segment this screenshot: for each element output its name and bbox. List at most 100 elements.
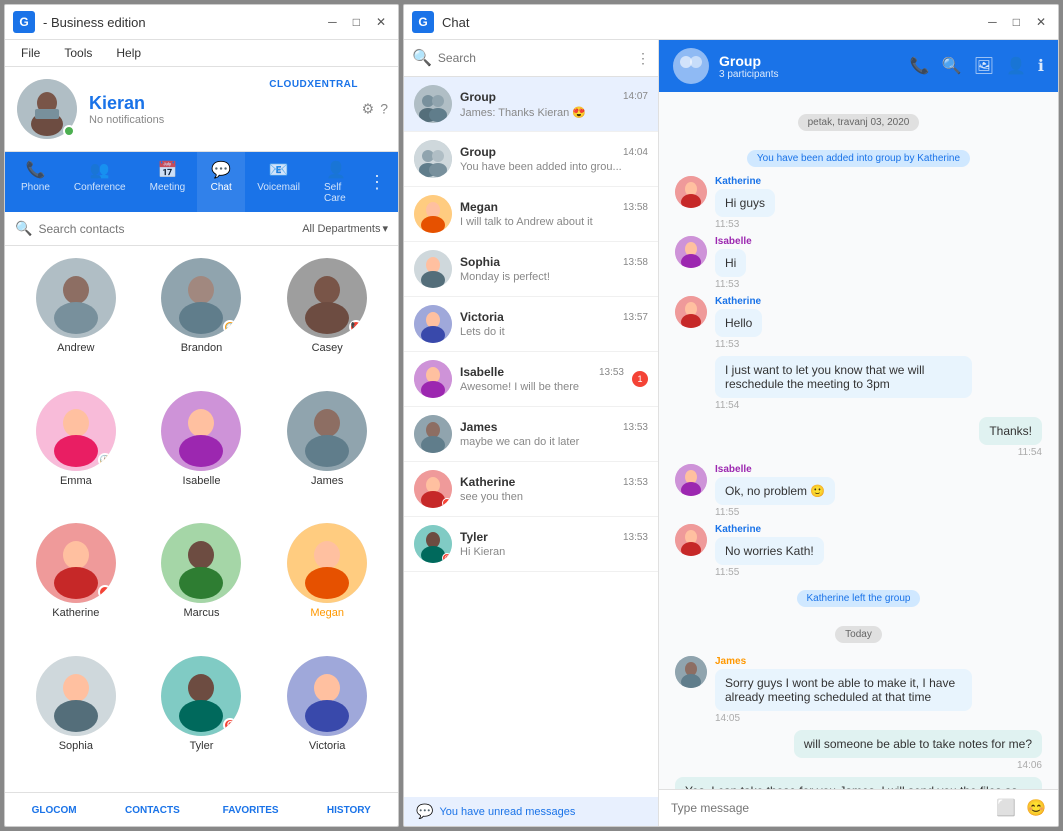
profile-name: Kieran — [89, 93, 386, 114]
contact-emma[interactable]: 🕐 Emma — [17, 391, 135, 516]
bottom-tab-favorites[interactable]: FAVORITES — [202, 793, 300, 826]
contact-name-victoria: Victoria — [309, 740, 345, 752]
unread-icon: 💬 — [416, 803, 433, 820]
chat-preview-sophia: Monday is perfect! — [460, 271, 648, 283]
contact-avatar-james — [287, 391, 367, 471]
chat-item-sophia[interactable]: Sophia 13:58 Monday is perfect! — [404, 242, 658, 297]
group-participants: 3 participants — [719, 69, 778, 80]
contact-andrew[interactable]: Andrew — [17, 258, 135, 383]
msg-sender-james-1: James — [715, 656, 972, 667]
contact-isabelle[interactable]: Isabelle — [143, 391, 261, 516]
contact-avatar-victoria — [287, 656, 367, 736]
contact-name-isabelle: Isabelle — [183, 475, 221, 487]
group-chat-name: Group — [719, 53, 778, 69]
chat-group-header: Group 3 participants 📞 🔍 🖼 👤 ℹ — [659, 40, 1058, 92]
contact-katherine[interactable]: Katherine — [17, 523, 135, 648]
chat-time-group2: 14:04 — [623, 147, 648, 158]
msg-self-notes-a: Yes, I can take those for you James. I w… — [675, 777, 1042, 789]
titlebar-left: G - Business edition — [13, 11, 146, 33]
contact-avatar-andrew — [36, 258, 116, 338]
msg-time-isabelle-2: 11:55 — [715, 507, 739, 518]
department-selector[interactable]: All Departments ▾ — [302, 222, 388, 235]
unread-banner[interactable]: 💬 You have unread messages — [404, 797, 658, 826]
left-panel: G - Business edition ─ □ ✕ File Tools He… — [4, 4, 399, 827]
bottom-tab-history[interactable]: HISTORY — [300, 793, 398, 826]
type-message-input[interactable] — [671, 801, 996, 815]
msg-time-self-thanks: 11:54 — [1018, 447, 1042, 458]
close-button[interactable]: ✕ — [372, 13, 390, 31]
chat-item-isabelle[interactable]: Isabelle 13:53 Awesome! I will be there … — [404, 352, 658, 407]
contact-brandon[interactable]: 🕐 Brandon — [143, 258, 261, 383]
contact-victoria[interactable]: Victoria — [268, 656, 386, 781]
chat-close-button[interactable]: ✕ — [1032, 13, 1050, 31]
tab-conference[interactable]: 👥 Conference — [62, 152, 138, 212]
msg-content-isabelle-2: Isabelle Ok, no problem 🙂 11:55 — [715, 464, 835, 518]
chat-time-victoria: 13:57 — [623, 312, 648, 323]
search-input[interactable] — [38, 222, 296, 236]
bottom-tabs: GLOCOM CONTACTS FAVORITES HISTORY — [5, 792, 398, 826]
chat-item-megan[interactable]: Megan 13:58 I will talk to Andrew about … — [404, 187, 658, 242]
help-icon[interactable]: ? — [380, 101, 388, 118]
tab-meeting[interactable]: 📅 Meeting — [138, 152, 198, 212]
chat-preview-group1: James: Thanks Kieran 😍 — [460, 106, 648, 119]
chat-item-group2[interactable]: Group 14:04 You have been added into gro… — [404, 132, 658, 187]
contact-sophia[interactable]: Sophia — [17, 656, 135, 781]
chat-name-katherine: Katherine — [460, 475, 515, 489]
chat-item-group1[interactable]: Group 14:07 James: Thanks Kieran 😍 — [404, 77, 658, 132]
chat-name-isabelle: Isabelle — [460, 365, 504, 379]
tab-voicemail[interactable]: 📧 Voicemail — [245, 152, 312, 212]
msg-content-katherine-2: Katherine Hello 11:53 — [715, 296, 762, 350]
chat-search-bar: 🔍 ⋮ — [404, 40, 658, 77]
chat-item-victoria[interactable]: Victoria 13:57 Lets do it — [404, 297, 658, 352]
more-options[interactable]: ⋮ — [360, 152, 394, 212]
unread-text: You have unread messages — [439, 806, 575, 818]
bottom-tab-glocom[interactable]: GLOCOM — [5, 793, 103, 826]
minimize-button[interactable]: ─ — [324, 13, 341, 31]
nav-tabs: 📞 Phone 👥 Conference 📅 Meeting 💬 Chat 📧 … — [5, 152, 398, 212]
contact-james[interactable]: James — [268, 391, 386, 516]
chat-search-input[interactable] — [438, 51, 630, 65]
tab-selfcare[interactable]: 👤 Self Care — [312, 152, 360, 212]
emoji-icon[interactable]: 😊 — [1026, 798, 1046, 818]
contact-tyler[interactable]: ⊘ Tyler — [143, 656, 261, 781]
help-menu[interactable]: Help — [112, 44, 145, 62]
chat-item-james[interactable]: James 13:53 maybe we can do it later — [404, 407, 658, 462]
chat-minimize-button[interactable]: ─ — [984, 13, 1001, 31]
contact-avatar-brandon: 🕐 — [161, 258, 241, 338]
contact-megan[interactable]: Megan — [268, 523, 386, 648]
chat-avatar-group1 — [414, 85, 452, 123]
contact-avatar-casey: 📞 — [287, 258, 367, 338]
call-icon[interactable]: 📞 — [910, 56, 930, 76]
msg-katherine-4: Katherine No worries Kath! 11:55 — [675, 524, 1042, 578]
chat-item-katherine[interactable]: Katherine 13:53 see you then — [404, 462, 658, 517]
chat-item-tyler[interactable]: ⊘ Tyler 13:53 Hi Kieran — [404, 517, 658, 572]
bottom-tab-contacts[interactable]: CONTACTS — [103, 793, 201, 826]
msg-time-self-notes-q: 14:06 — [1017, 760, 1042, 771]
maximize-button[interactable]: □ — [349, 13, 364, 31]
chat-name-victoria: Victoria — [460, 310, 504, 324]
attachment-icon[interactable]: ⬜ — [996, 798, 1016, 818]
contact-avatar-emma: 🕐 — [36, 391, 116, 471]
file-menu[interactable]: File — [17, 44, 44, 62]
chat-maximize-button[interactable]: □ — [1009, 13, 1024, 31]
msg-content-katherine-1: Katherine Hi guys 11:53 — [715, 176, 775, 230]
info-icon[interactable]: ℹ — [1038, 56, 1044, 76]
chat-info-group1: Group 14:07 James: Thanks Kieran 😍 — [460, 90, 648, 119]
gallery-icon[interactable]: 🖼 — [974, 56, 994, 76]
chat-filter-icon[interactable]: ⋮ — [636, 50, 650, 67]
chat-titlebar: G Chat ─ □ ✕ — [404, 5, 1058, 40]
conference-icon: 👥 — [90, 160, 110, 180]
chat-main: Group 3 participants 📞 🔍 🖼 👤 ℹ petak, tr… — [659, 40, 1058, 826]
menu-bar: File Tools Help — [5, 40, 398, 67]
participants-icon[interactable]: 👤 — [1006, 56, 1026, 76]
profile-info: Kieran No notifications — [89, 93, 386, 126]
tab-phone[interactable]: 📞 Phone — [9, 152, 62, 212]
settings-icon[interactable]: ⚙ — [362, 101, 375, 118]
tools-menu[interactable]: Tools — [60, 44, 96, 62]
contact-casey[interactable]: 📞 Casey — [268, 258, 386, 383]
contact-name-brandon: Brandon — [181, 342, 223, 354]
search-icon[interactable]: 🔍 — [942, 56, 962, 76]
msg-avatar-katherine-4 — [675, 524, 707, 556]
tab-chat[interactable]: 💬 Chat — [197, 152, 245, 212]
contact-marcus[interactable]: Marcus — [143, 523, 261, 648]
